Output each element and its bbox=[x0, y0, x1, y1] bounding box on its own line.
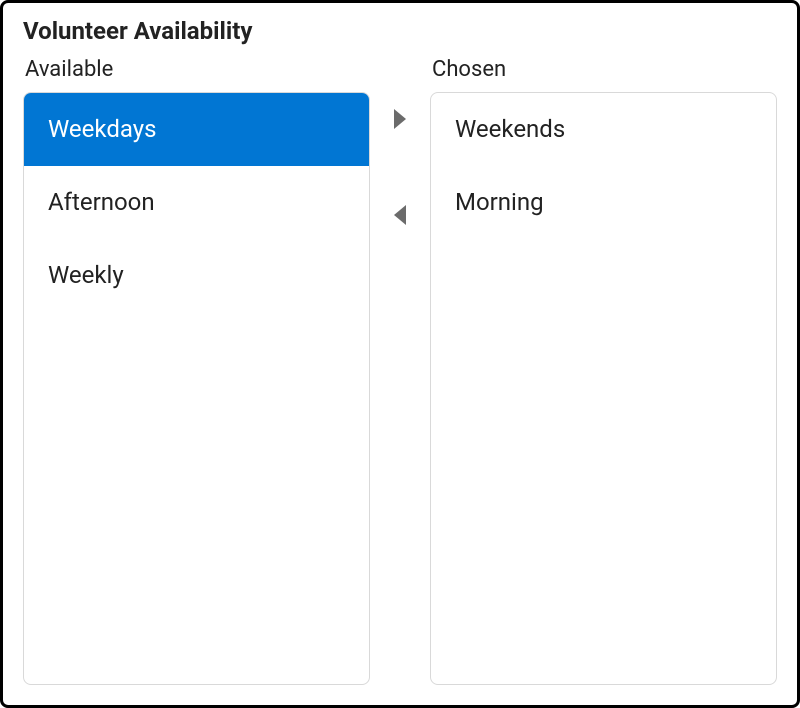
available-label: Available bbox=[23, 57, 370, 82]
chosen-listbox[interactable]: Weekends Morning bbox=[430, 92, 777, 685]
chosen-option[interactable]: Weekends bbox=[431, 93, 776, 166]
chosen-option[interactable]: Morning bbox=[431, 166, 776, 239]
move-left-button[interactable] bbox=[382, 197, 418, 233]
move-right-button[interactable] bbox=[382, 101, 418, 137]
available-option[interactable]: Afternoon bbox=[24, 166, 369, 239]
dueling-picklist: Volunteer Availability Available Weekday… bbox=[0, 0, 800, 708]
move-controls bbox=[370, 57, 430, 685]
available-column: Available Weekdays Afternoon Weekly bbox=[23, 57, 370, 685]
available-option[interactable]: Weekly bbox=[24, 239, 369, 312]
available-option[interactable]: Weekdays bbox=[24, 93, 369, 166]
available-listbox[interactable]: Weekdays Afternoon Weekly bbox=[23, 92, 370, 685]
chosen-column: Chosen Weekends Morning bbox=[430, 57, 777, 685]
dueling-picklist-body: Available Weekdays Afternoon Weekly Chos… bbox=[23, 57, 777, 685]
chevron-left-icon bbox=[390, 203, 410, 227]
chevron-right-icon bbox=[390, 107, 410, 131]
chosen-label: Chosen bbox=[430, 57, 777, 82]
section-title: Volunteer Availability bbox=[23, 17, 777, 45]
